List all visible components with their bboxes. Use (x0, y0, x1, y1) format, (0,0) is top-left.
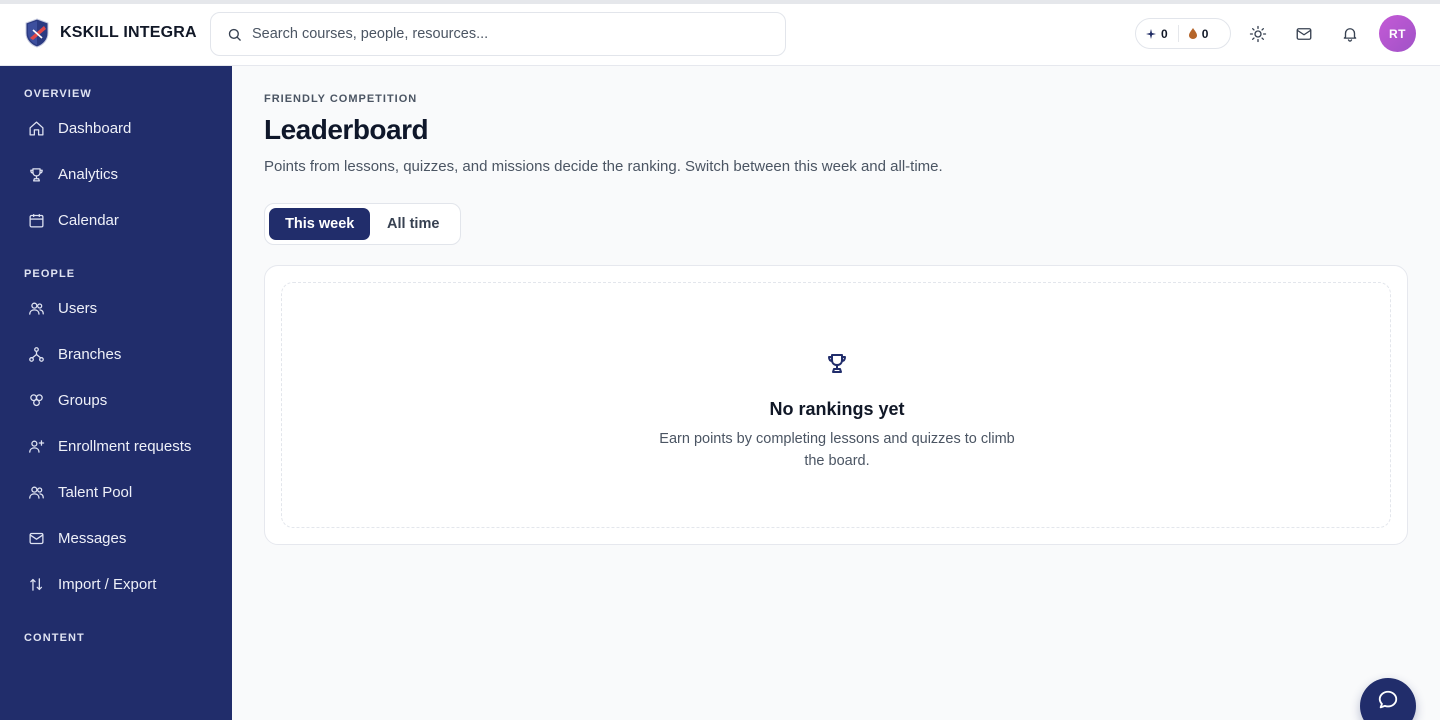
sidebar-item-users[interactable]: Users (16, 290, 216, 326)
app-header: KSKILL INTEGRA 0 0 (0, 4, 1440, 66)
sidebar-item-branches[interactable]: Branches (16, 336, 216, 372)
bell-icon (1343, 28, 1357, 42)
notifications-button[interactable] (1337, 21, 1363, 47)
points-pill[interactable]: 0 0 (1135, 18, 1231, 49)
groups-icon (30, 393, 43, 406)
tab-all-time[interactable]: All time (370, 208, 456, 240)
points-divider (1177, 25, 1179, 42)
import-export-icon (30, 577, 43, 591)
sidebar-item-label: Analytics (58, 165, 119, 183)
calendar-icon (29, 213, 44, 228)
empty-state-title: No rankings yet (769, 399, 905, 419)
mail-icon (1296, 28, 1312, 40)
period-tabs: This week All time (264, 203, 461, 245)
page-title: Leaderboard (264, 114, 429, 145)
user-avatar[interactable]: RT (1379, 15, 1416, 52)
messages-button[interactable] (1291, 21, 1317, 47)
theme-toggle-button[interactable] (1245, 21, 1271, 47)
sidebar-section-content: CONTENT (24, 632, 85, 644)
sidebar-item-enrollment-requests[interactable]: Enrollment requests (16, 428, 216, 464)
sidebar-item-label: Users (58, 299, 98, 317)
sidebar-item-label: Groups (58, 391, 108, 409)
sparks-counter: 0 (1146, 27, 1168, 41)
page-description: Points from lessons, quizzes, and missio… (264, 158, 943, 175)
sidebar-item-label: Branches (58, 345, 122, 363)
empty-state: No rankings yet Earn points by completin… (281, 282, 1391, 528)
sidebar-item-calendar[interactable]: Calendar (16, 202, 216, 238)
branches-icon (29, 346, 44, 362)
sidebar-item-label: Enrollment requests (58, 437, 192, 455)
brand[interactable]: KSKILL INTEGRA (24, 18, 197, 48)
sidebar-item-messages[interactable]: Messages (16, 520, 216, 556)
sidebar-section-people: PEOPLE (24, 268, 76, 280)
search-input[interactable] (252, 26, 752, 42)
coins-counter: 0 (1188, 26, 1209, 41)
brand-name: KSKILL INTEGRA (60, 24, 197, 41)
main-content: FRIENDLY COMPETITION Leaderboard Points … (232, 66, 1440, 720)
users-icon (29, 302, 44, 315)
sidebar-item-groups[interactable]: Groups (16, 382, 216, 418)
leaderboard-card: No rankings yet Earn points by completin… (264, 265, 1408, 545)
trophy-icon (828, 354, 846, 373)
coins-value: 0 (1201, 26, 1209, 41)
sidebar-item-label: Calendar (58, 211, 119, 229)
search-icon (228, 28, 241, 41)
sidebar-item-dashboard[interactable]: Dashboard (16, 110, 216, 146)
sidebar-item-talent-pool[interactable]: Talent Pool (16, 474, 216, 510)
mail-icon (29, 532, 44, 544)
sparkle-icon (1146, 28, 1156, 39)
home-icon (29, 120, 44, 136)
sun-icon (1249, 25, 1267, 43)
coin-icon (1188, 28, 1197, 39)
sidebar-item-label: Messages (58, 529, 127, 547)
sidebar-item-label: Talent Pool (58, 483, 133, 501)
user-plus-icon (29, 439, 45, 453)
sparks-value: 0 (1161, 26, 1168, 41)
sidebar-section-overview: OVERVIEW (24, 88, 92, 100)
page-eyebrow: FRIENDLY COMPETITION (264, 93, 418, 105)
brand-logo-icon (25, 18, 49, 48)
chat-bubble-icon (1378, 690, 1398, 709)
avatar-initials: RT (1389, 26, 1406, 41)
sidebar: OVERVIEW Dashboard Analytics Calendar PE… (0, 66, 232, 720)
search-bar[interactable] (210, 12, 786, 56)
tab-this-week[interactable]: This week (269, 208, 371, 240)
sidebar-item-import-export[interactable]: Import / Export (16, 566, 216, 602)
sidebar-item-analytics[interactable]: Analytics (16, 156, 216, 192)
trophy-icon (30, 167, 43, 182)
sidebar-item-label: Import / Export (58, 575, 157, 593)
sidebar-item-label: Dashboard (58, 119, 132, 137)
talent-pool-icon (29, 486, 44, 499)
empty-state-description: Earn points by completing lessons and qu… (659, 431, 1015, 469)
